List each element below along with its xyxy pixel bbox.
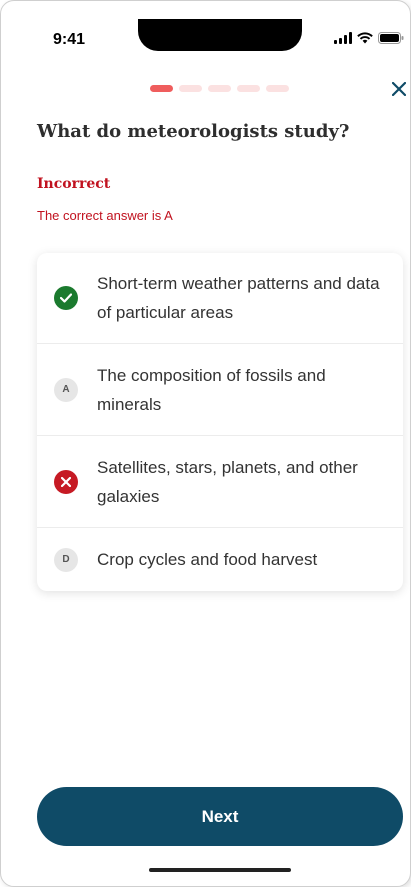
wifi-icon [357, 32, 373, 44]
answer-option[interactable]: A The composition of fossils and mineral… [37, 344, 403, 436]
progress-segment [150, 85, 173, 92]
status-icons [334, 32, 404, 44]
next-button[interactable]: Next [37, 787, 403, 846]
status-time: 9:41 [53, 31, 86, 48]
option-text: Short-term weather patterns and data of … [97, 274, 380, 322]
progress-segment [208, 85, 231, 92]
progress-segment [179, 85, 202, 92]
answer-options-card: Short-term weather patterns and data of … [37, 253, 403, 591]
option-text: The composition of fossils and minerals [97, 365, 326, 414]
close-icon [392, 82, 406, 96]
signal-icon [334, 32, 352, 44]
option-letter-badge: D [54, 547, 78, 572]
answer-option[interactable]: D Crop cycles and food harvest [37, 528, 403, 591]
progress-segment [237, 85, 260, 92]
home-indicator [149, 868, 291, 872]
option-text: Crop cycles and food harvest [97, 550, 318, 569]
result-label: Incorrect [37, 176, 111, 192]
battery-icon [378, 32, 404, 44]
answer-option[interactable]: Satellites, stars, planets, and other ga… [37, 436, 403, 528]
progress-segment [266, 85, 289, 92]
question-title: What do meteorologists study? [37, 121, 350, 142]
progress-indicator [150, 85, 289, 92]
close-button[interactable] [389, 79, 409, 99]
option-text: Satellites, stars, planets, and other ga… [97, 457, 358, 506]
wrong-cross-icon [54, 469, 78, 494]
answer-option[interactable]: Short-term weather patterns and data of … [37, 253, 403, 344]
phone-frame: 9:41 What do meteorologists study? Incor… [0, 0, 411, 887]
option-letter-badge: A [54, 377, 78, 402]
device-notch [138, 19, 302, 51]
correct-answer-note: The correct answer is A [37, 208, 173, 223]
correct-check-icon [54, 286, 78, 310]
